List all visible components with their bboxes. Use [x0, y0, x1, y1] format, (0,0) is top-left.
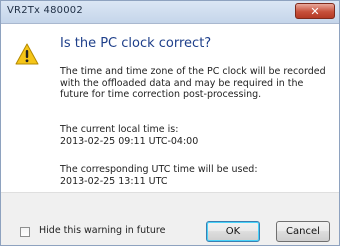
local-time-label: The current local time is:: [60, 124, 179, 135]
local-time-value: 2013-02-25 09:11 UTC-04:00: [60, 135, 199, 147]
title-bar[interactable]: VR2Tx 480002 ✕: [1, 1, 339, 24]
dialog-footer: Hide this warning in future OK Cancel: [1, 192, 339, 245]
utc-time-value: 2013-02-25 13:11 UTC: [60, 175, 168, 187]
hide-warning-label[interactable]: Hide this warning in future: [39, 225, 165, 236]
close-icon: ✕: [310, 5, 320, 18]
hide-warning-checkbox[interactable]: [20, 227, 30, 237]
cancel-button[interactable]: Cancel: [276, 221, 330, 242]
dialog-content: Is the PC clock correct? The time and ti…: [1, 24, 339, 192]
dialog-heading: Is the PC clock correct?: [60, 36, 212, 51]
message-line: future for time correction post-processi…: [60, 89, 262, 100]
window-title: VR2Tx 480002: [7, 5, 83, 16]
message-line: with the offloaded data and may be requi…: [60, 77, 304, 89]
dialog-window: VR2Tx 480002 ✕ Is the PC clock correct? …: [0, 0, 340, 246]
dialog-message: The time and time zone of the PC clock w…: [60, 66, 330, 101]
utc-time-label: The corresponding UTC time will be used:: [60, 164, 258, 175]
close-button[interactable]: ✕: [295, 3, 335, 19]
message-line: The time and time zone of the PC clock w…: [60, 66, 326, 77]
utc-time-block: The corresponding UTC time will be used:…: [60, 164, 258, 187]
ok-button[interactable]: OK: [206, 221, 260, 242]
warning-icon: [15, 43, 39, 65]
local-time-block: The current local time is: 2013-02-25 09…: [60, 124, 198, 147]
